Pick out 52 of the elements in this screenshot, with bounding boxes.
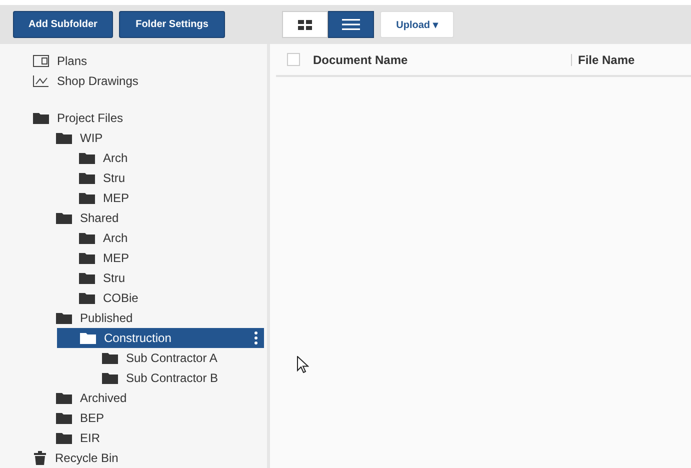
- folder-icon: [56, 132, 72, 144]
- folder-icon: [79, 192, 95, 204]
- upload-dropdown[interactable]: Upload ▾: [380, 11, 454, 38]
- folder-item[interactable]: Sub Contractor A: [33, 348, 267, 368]
- folder-icon: [79, 252, 95, 264]
- folder-icon: [80, 332, 96, 344]
- folder-icon: [56, 392, 72, 404]
- folder-item[interactable]: EIR: [33, 428, 267, 448]
- plan-icon: [33, 55, 49, 67]
- grid-view-button[interactable]: [282, 11, 328, 38]
- folder-item[interactable]: COBie: [33, 288, 267, 308]
- folder-icon: [56, 412, 72, 424]
- folder-icon: [79, 232, 95, 244]
- cursor-icon: [297, 356, 309, 373]
- folder-item[interactable]: Recycle Bin: [33, 448, 267, 468]
- folder-item[interactable]: WIP: [33, 128, 267, 148]
- folder-item[interactable]: Published: [33, 308, 267, 328]
- toolbar-button[interactable]: Folder Settings: [119, 11, 225, 38]
- folder-icon: [33, 112, 49, 124]
- folder-item[interactable]: Project Files: [33, 108, 267, 128]
- folder-item[interactable]: Archived: [33, 388, 267, 408]
- folder-item[interactable]: Construction: [57, 328, 264, 348]
- folder-icon: [56, 432, 72, 444]
- trash-icon: [33, 451, 47, 465]
- folder-item[interactable]: Shared: [33, 208, 267, 228]
- folder-icon: [79, 172, 95, 184]
- grid-icon: [298, 20, 312, 30]
- column-header[interactable]: Document Name: [313, 52, 571, 66]
- select-all-checkbox[interactable]: [287, 53, 300, 66]
- folder-item[interactable]: Stru: [33, 168, 267, 188]
- folder-item[interactable]: Arch: [33, 148, 267, 168]
- more-options-icon[interactable]: [254, 331, 258, 345]
- folder-icon: [56, 312, 72, 324]
- column-header[interactable]: File Name: [578, 52, 635, 66]
- nav-item[interactable]: Plans: [33, 51, 267, 71]
- folder-icon: [79, 272, 95, 284]
- drawing-icon: [33, 75, 49, 87]
- folder-item[interactable]: Stru: [33, 268, 267, 288]
- folder-item[interactable]: Sub Contractor B: [33, 368, 267, 388]
- folder-icon: [79, 152, 95, 164]
- folder-item[interactable]: Arch: [33, 228, 267, 248]
- nav-item[interactable]: Shop Drawings: [33, 71, 267, 91]
- folder-icon: [102, 372, 118, 384]
- folder-item[interactable]: MEP: [33, 248, 267, 268]
- list-view-button[interactable]: [328, 11, 374, 38]
- menu-icon: [342, 19, 360, 30]
- toolbar-button[interactable]: Add Subfolder: [13, 11, 113, 38]
- folder-item[interactable]: MEP: [33, 188, 267, 208]
- folder-item[interactable]: BEP: [33, 408, 267, 428]
- folder-icon: [56, 212, 72, 224]
- folder-icon: [79, 292, 95, 304]
- folder-icon: [102, 352, 118, 364]
